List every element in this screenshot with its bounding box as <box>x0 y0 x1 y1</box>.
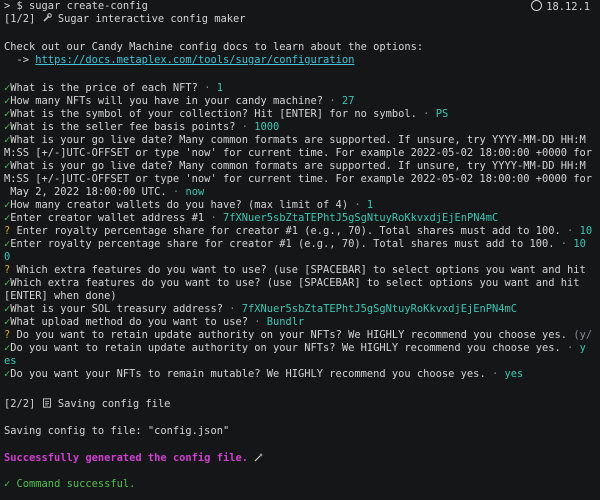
qa-retain1: ? Do you want to retain update authority… <box>4 329 593 341</box>
node-version-text: 18.12.1 <box>546 1 590 13</box>
qa-wallet1: ✓Enter creator wallet address #1 · 7fXNu… <box>4 212 499 224</box>
file-icon <box>42 398 51 408</box>
qa-retain2: ✓Do you want to retain update authority … <box>4 342 586 354</box>
arrow-icon: -> <box>16 54 30 66</box>
done-line: ✓ Command successful. <box>4 478 600 491</box>
qa-mutable: ✓Do you want your NFTs to remain mutable… <box>4 368 524 380</box>
step1-header: [1/2] Sugar interactive config maker <box>4 13 600 26</box>
step2-header: [2/2] Saving config file <box>4 398 600 411</box>
check-icon: ✓ <box>4 478 11 490</box>
step1-tag: [1/2] <box>4 13 36 25</box>
qa-wallets: ✓How many creator wallets do you have? (… <box>4 199 374 211</box>
question-icon: ? <box>4 225 11 237</box>
docs-link[interactable]: https://docs.metaplex.com/tools/sugar/co… <box>35 54 354 66</box>
qa-features1: ? Which extra features do you want to us… <box>4 264 586 276</box>
node-version: 18.12.1 <box>531 0 590 13</box>
intro-text: Check out our Candy Machine config docs … <box>4 41 424 53</box>
node-icon <box>531 0 543 11</box>
prompt-command: $ sugar create-config <box>16 0 148 12</box>
qa-features2-cont: [ENTER] when done) <box>4 290 117 302</box>
success-message: Successfully generated the config file. <box>4 452 248 464</box>
step2-tag: [2/2] <box>4 398 36 410</box>
qa-royalty2: ✓Enter royalty percentage share for crea… <box>4 238 586 250</box>
success-line: Successfully generated the config file. <box>4 452 600 465</box>
qa-golive2: ✓What is your go live date? Many common … <box>4 160 586 172</box>
qa-golive1: ✓What is your go live date? Many common … <box>4 134 586 146</box>
qa-symbol: ✓What is the symbol of your collection? … <box>4 108 449 120</box>
question-icon: ? <box>4 329 11 341</box>
qa-fee: ✓What is the seller fee basis points? · … <box>4 121 280 133</box>
question-icon: ? <box>4 264 11 276</box>
saving-text: Saving config to file: "config.json" <box>4 425 230 437</box>
qa-features2: ✓Which extra features do you want to use… <box>4 277 580 289</box>
qa-golive2-cont: M:SS [+/-]UTC-OFFSET or type 'now' for c… <box>4 173 593 185</box>
qa-golive2-end: May 2, 2022 18:00:00 UTC. · now <box>4 186 205 198</box>
qa-retain2-cont: es <box>4 355 17 367</box>
wrench-icon <box>42 13 52 22</box>
prompt-line: > $ sugar create-config <box>4 0 600 13</box>
qa-count: ✓How many NFTs will you have in your can… <box>4 95 355 107</box>
prompt-symbol: > <box>4 0 11 12</box>
qa-golive1-cont: M:SS [+/-]UTC-OFFSET or type 'now' for c… <box>4 147 593 159</box>
step2-title: Saving config file <box>57 398 171 410</box>
done-message: Command successful. <box>16 478 136 490</box>
qa-royalty1: ? Enter royalty percentage share for cre… <box>4 225 593 237</box>
terminal-window: > $ sugar create-config 18.12.1 [1/2] Su… <box>0 0 600 500</box>
qa-upload: ✓What upload method do you want to use? … <box>4 316 305 328</box>
qa-treasury: ✓What is your SOL treasury address? · 7f… <box>4 303 518 315</box>
step1-title: Sugar interactive config maker <box>57 13 246 25</box>
sparkle-icon <box>254 453 264 462</box>
qa-royalty2-cont: 0 <box>4 251 11 263</box>
qa-price: ✓What is the price of each NFT? · 1 <box>4 82 223 94</box>
intro-link-line: -> https://docs.metaplex.com/tools/sugar… <box>4 54 600 67</box>
